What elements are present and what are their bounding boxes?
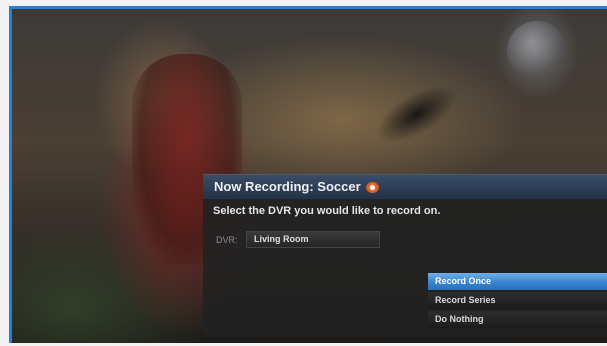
record-series-option[interactable]: Record Series bbox=[428, 292, 607, 309]
dialog-title-bar: Now Recording: Soccer bbox=[203, 175, 607, 199]
do-nothing-option[interactable]: Do Nothing bbox=[428, 311, 607, 328]
dialog-instruction: Select the DVR you would like to record … bbox=[213, 205, 441, 217]
dvr-label: DVR: bbox=[216, 234, 238, 245]
dialog-title: Now Recording: Soccer bbox=[214, 179, 361, 194]
background-shoe-image bbox=[368, 74, 466, 154]
record-once-option[interactable]: Record Once bbox=[428, 273, 607, 290]
dvr-select[interactable]: Living Room bbox=[246, 231, 380, 248]
recording-dialog: Now Recording: Soccer Select the DVR you… bbox=[203, 174, 607, 335]
tv-screen: Now Recording: Soccer Select the DVR you… bbox=[9, 6, 607, 343]
dvr-row: DVR: Living Room bbox=[216, 231, 607, 248]
record-icon bbox=[365, 181, 379, 193]
record-options-menu: Record Once Record Series Do Nothing bbox=[428, 273, 607, 330]
background-ball-image bbox=[507, 21, 567, 81]
